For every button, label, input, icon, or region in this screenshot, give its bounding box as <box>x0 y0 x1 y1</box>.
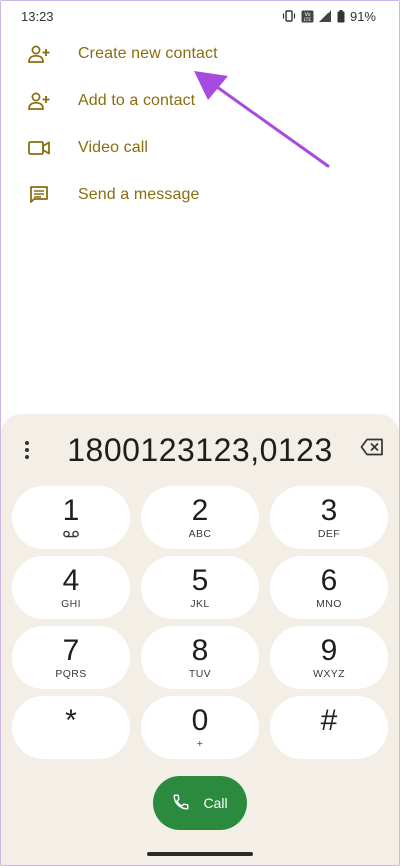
add-person-icon <box>27 89 51 113</box>
video-camera-icon <box>27 136 51 160</box>
voicemail-icon <box>63 527 79 541</box>
option-label: Video call <box>78 138 149 156</box>
key-1[interactable]: 1 <box>12 486 130 549</box>
key-digit: 9 <box>320 633 338 667</box>
status-time: 13:23 <box>21 8 54 24</box>
svg-text:LTE: LTE <box>304 17 312 23</box>
key-7[interactable]: 7 PQRS <box>12 626 130 689</box>
status-bar: 13:23 Vo LTE 91% <box>0 0 400 32</box>
key-digit: 6 <box>320 563 338 597</box>
key-digit: 2 <box>191 493 209 527</box>
add-person-icon <box>27 42 51 66</box>
key-3[interactable]: 3 DEF <box>270 486 388 549</box>
key-star[interactable]: * <box>12 696 130 759</box>
key-letters: ABC <box>188 527 212 540</box>
number-display-row: 1800123123,0123 <box>0 428 400 472</box>
key-digit: 3 <box>320 493 338 527</box>
call-button[interactable]: Call <box>153 776 247 830</box>
option-label: Add to a contact <box>78 91 196 109</box>
send-message-option[interactable]: Send a message <box>0 171 400 218</box>
key-8[interactable]: 8 TUV <box>141 626 259 689</box>
status-icons: Vo LTE 91% <box>282 9 376 24</box>
key-digit: 7 <box>62 633 80 667</box>
key-letters: WXYZ <box>313 667 345 680</box>
dialer-panel: 1800123123,0123 1 2 ABC 3 DEF 4 GHI 5 JK… <box>0 414 400 866</box>
signal-icon <box>318 10 332 22</box>
home-indicator[interactable] <box>147 852 253 856</box>
message-icon <box>27 183 51 207</box>
key-2[interactable]: 2 ABC <box>141 486 259 549</box>
battery-percent: 91% <box>349 8 376 24</box>
vibrate-icon <box>282 10 296 22</box>
key-letters: DEF <box>317 527 341 540</box>
phone-icon <box>172 793 190 814</box>
key-letters: PQRS <box>55 667 87 680</box>
key-letters: JKL <box>190 597 210 610</box>
key-5[interactable]: 5 JKL <box>141 556 259 619</box>
key-letters: + <box>196 737 204 750</box>
key-digit: 1 <box>62 493 80 527</box>
key-6[interactable]: 6 MNO <box>270 556 388 619</box>
keypad: 1 2 ABC 3 DEF 4 GHI 5 JKL 6 MNO 7 PQRS 8… <box>12 486 388 759</box>
volte-icon: Vo LTE <box>301 10 314 23</box>
dialed-number[interactable]: 1800123123,0123 <box>0 428 400 472</box>
key-letters: GHI <box>61 597 81 610</box>
option-label: Create new contact <box>78 44 218 62</box>
key-letters: TUV <box>188 667 212 680</box>
key-9[interactable]: 9 WXYZ <box>270 626 388 689</box>
call-label: Call <box>203 795 228 811</box>
key-digit: 4 <box>62 563 80 597</box>
key-0[interactable]: 0 + <box>141 696 259 759</box>
key-digit: 5 <box>191 563 209 597</box>
key-hash[interactable]: # <box>270 696 388 759</box>
key-digit: # <box>320 703 338 737</box>
key-digit: 0 <box>191 703 209 737</box>
key-digit: 8 <box>191 633 209 667</box>
key-letters: MNO <box>316 597 342 610</box>
option-label: Send a message <box>78 185 200 203</box>
backspace-icon[interactable] <box>360 438 384 461</box>
annotation-arrow-icon <box>194 71 330 168</box>
battery-icon <box>337 9 345 23</box>
more-options-icon[interactable] <box>20 436 34 464</box>
key-4[interactable]: 4 GHI <box>12 556 130 619</box>
key-digit: * <box>65 703 77 737</box>
